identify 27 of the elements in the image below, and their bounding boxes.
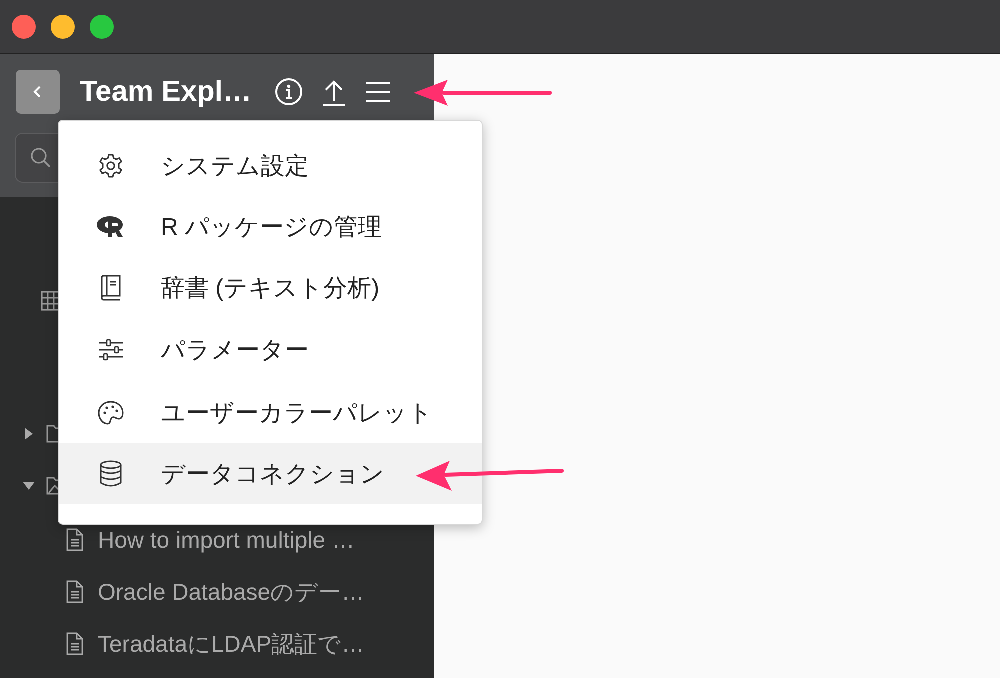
menu-item[interactable]: パラメーター — [59, 318, 482, 382]
zoom-button[interactable] — [90, 14, 114, 38]
search-icon — [30, 147, 52, 169]
document-title[interactable]: Oracle Databaseのデー… — [98, 576, 365, 608]
settings-icon — [98, 152, 124, 178]
menu-item[interactable]: 辞書 (テキスト分析) — [59, 257, 482, 318]
sliders-icon — [98, 338, 124, 362]
document-icon — [66, 580, 84, 604]
image-folder-icon — [46, 476, 58, 496]
document-icon — [66, 528, 84, 552]
menu-item[interactable]: R パッケージの管理 — [59, 196, 482, 257]
palette-icon — [97, 400, 125, 426]
menu-item[interactable]: システム設定 — [59, 135, 482, 196]
menu-item[interactable]: データコネクション — [59, 443, 482, 504]
document-title[interactable]: How to import multiple … — [98, 526, 355, 554]
sidebar-title: Team Expl… — [80, 76, 252, 108]
menu-icon[interactable] — [364, 80, 392, 104]
menu-item[interactable]: ユーザーカラーパレット — [59, 382, 482, 443]
close-button[interactable] — [12, 14, 36, 38]
document-title[interactable]: TeradataにLDAP認証で… — [98, 628, 365, 660]
r-logo-icon — [96, 214, 126, 238]
info-icon[interactable] — [274, 77, 304, 107]
database-icon — [99, 460, 123, 488]
minimize-button[interactable] — [51, 14, 75, 38]
document-icon — [66, 632, 84, 656]
folder-icon — [46, 424, 58, 444]
book-icon — [99, 274, 123, 302]
